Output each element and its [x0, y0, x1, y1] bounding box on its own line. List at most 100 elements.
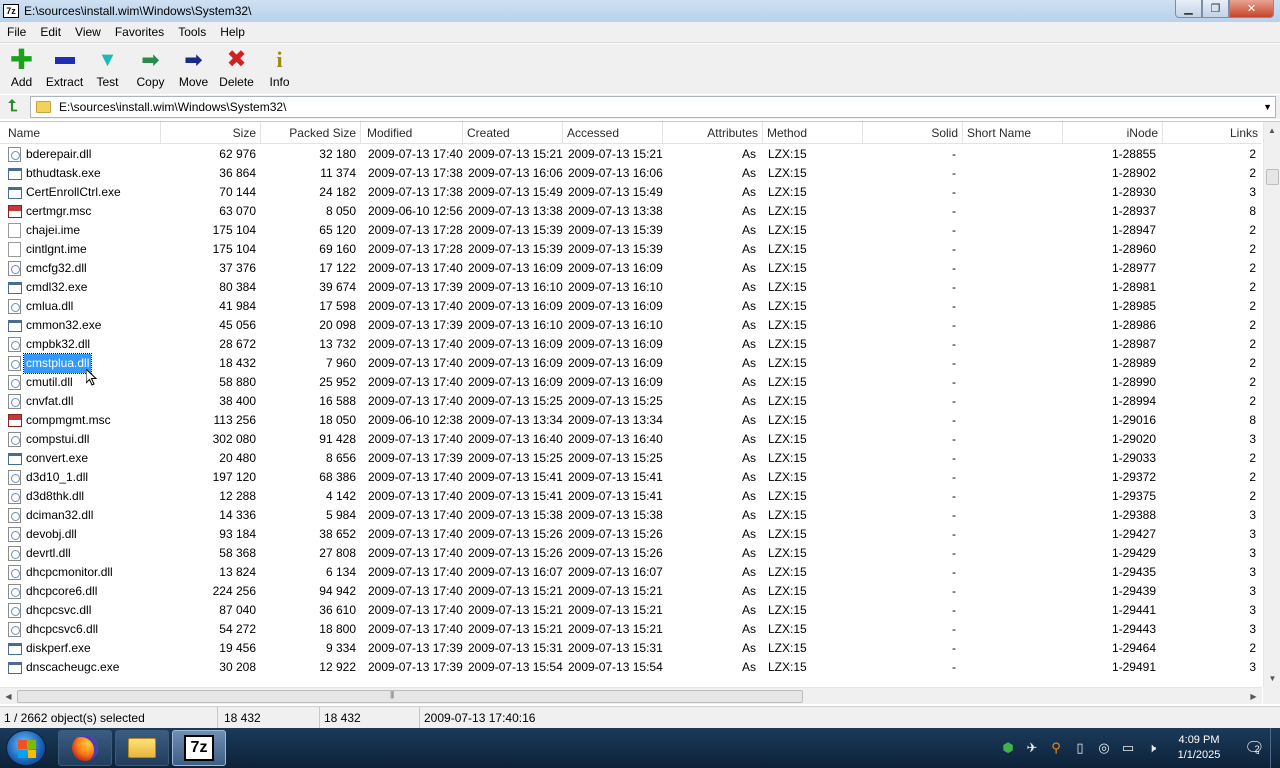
table-row[interactable]: dhcpcmonitor.dll 13 824 6 134 2009-07-13 17…: [0, 563, 1262, 582]
cell-solid: -: [952, 489, 956, 503]
table-row[interactable]: cmpbk32.dll 28 672 13 732 2009-07-13 17:40 2…: [0, 335, 1262, 354]
cell-packed-size: 65 120: [319, 223, 356, 237]
system-clock[interactable]: 4:09 PM 1/1/2025: [1164, 733, 1234, 763]
dll-file-icon: [8, 147, 21, 162]
extract-button[interactable]: Extract: [43, 44, 86, 94]
taskbar-file-explorer[interactable]: [115, 730, 169, 766]
table-row[interactable]: cmcfg32.dll 37 376 17 122 2009-07-13 17:40 2…: [0, 259, 1262, 278]
table-row[interactable]: dhcpcore6.dll 224 256 94 942 2009-07-13 17:…: [0, 582, 1262, 601]
cell-attributes: As: [741, 489, 756, 503]
address-input[interactable]: E:\sources\install.wim\Windows\System32\…: [30, 96, 1276, 118]
address-path: E:\sources\install.wim\Windows\System32\: [59, 100, 287, 114]
table-row[interactable]: dhcpcsvc6.dll 54 272 18 800 2009-07-13 17:4…: [0, 620, 1262, 639]
title-bar[interactable]: 7z E:\sources\install.wim\Windows\System…: [0, 0, 1280, 22]
cell-attributes: As: [741, 584, 756, 598]
column-header-modified[interactable]: Modified: [363, 122, 463, 144]
column-header-method[interactable]: Method: [763, 122, 863, 144]
vertical-scroll-thumb[interactable]: [1266, 169, 1279, 185]
usb-icon[interactable]: ▯: [1068, 728, 1092, 768]
close-button[interactable]: ✕: [1229, 0, 1274, 18]
delete-button[interactable]: ✖ Delete: [215, 44, 258, 94]
horizontal-scroll-thumb[interactable]: [17, 690, 803, 703]
notification-center-icon[interactable]: 🗨 2: [1234, 738, 1270, 758]
column-header-links[interactable]: Links: [1163, 122, 1262, 144]
volume-muted-icon[interactable]: 🕨: [1140, 728, 1164, 768]
table-row[interactable]: d3d8thk.dll 12 288 4 142 2009-07-13 17:40 20…: [0, 487, 1262, 506]
table-row[interactable]: cmlua.dll 41 984 17 598 2009-07-13 17:40 200…: [0, 297, 1262, 316]
column-header-name[interactable]: Name: [4, 122, 161, 144]
table-row[interactable]: dciman32.dll 14 336 5 984 2009-07-13 17:40 2…: [0, 506, 1262, 525]
table-row[interactable]: devrtl.dll 58 368 27 808 2009-07-13 17:40 20…: [0, 544, 1262, 563]
cell-created: 2009-07-13 15:38: [468, 508, 563, 522]
move-button[interactable]: ➡ Move: [172, 44, 215, 94]
column-header-size[interactable]: Size: [161, 122, 261, 144]
cell-packed-size: 91 428: [319, 432, 356, 446]
test-button[interactable]: ▼ Test: [86, 44, 129, 94]
network-bird-icon[interactable]: ✈: [1020, 728, 1044, 768]
column-header-inode[interactable]: iNode: [1063, 122, 1163, 144]
table-row[interactable]: CertEnrollCtrl.exe 70 144 24 182 2009-07-13…: [0, 183, 1262, 202]
add-button[interactable]: ✚ Add: [0, 44, 43, 94]
msc-file-icon: [8, 414, 22, 427]
table-row[interactable]: d3d10_1.dll 197 120 68 386 2009-07-13 17:40…: [0, 468, 1262, 487]
table-row[interactable]: diskperf.exe 19 456 9 334 2009-07-13 17:39 2…: [0, 639, 1262, 658]
column-header-created[interactable]: Created: [463, 122, 563, 144]
column-header-packed-size[interactable]: Packed Size: [261, 122, 361, 144]
table-row[interactable]: compmgmt.msc 113 256 18 050 2009-06-10 12:3…: [0, 411, 1262, 430]
cell-modified: 2009-06-10 12:38: [368, 413, 463, 427]
column-header-attributes[interactable]: Attributes: [663, 122, 763, 144]
menu-help[interactable]: Help: [213, 25, 252, 39]
table-row[interactable]: chajei.ime 175 104 65 120 2009-07-13 17:28 2…: [0, 221, 1262, 240]
menu-favorites[interactable]: Favorites: [108, 25, 171, 39]
minimize-button[interactable]: ▁: [1175, 0, 1202, 18]
security-shield-icon[interactable]: ⬢: [996, 728, 1020, 768]
menu-edit[interactable]: Edit: [33, 25, 68, 39]
chevron-down-icon[interactable]: ▼: [1263, 102, 1272, 112]
column-header-accessed[interactable]: Accessed: [563, 122, 663, 144]
cell-inode: 1-29429: [1111, 546, 1156, 560]
info-button[interactable]: i Info: [258, 44, 301, 94]
table-row[interactable]: dnscacheugc.exe 30 208 12 922 2009-07-13 17…: [0, 658, 1262, 677]
column-header-short-name[interactable]: Short Name: [963, 122, 1063, 144]
search-icon[interactable]: ⚲: [1044, 728, 1068, 768]
network-icon[interactable]: ▭: [1116, 728, 1140, 768]
table-row[interactable]: dhcpcsvc.dll 87 040 36 610 2009-07-13 17:40…: [0, 601, 1262, 620]
table-row[interactable]: convert.exe 20 480 8 656 2009-07-13 17:39 20…: [0, 449, 1262, 468]
taskbar-firefox[interactable]: [58, 730, 112, 766]
copy-button[interactable]: ➡ Copy: [129, 44, 172, 94]
vertical-scrollbar[interactable]: ▲ ▼: [1263, 122, 1280, 687]
scroll-up-arrow-icon[interactable]: ▲: [1264, 122, 1280, 139]
cell-links: 3: [1249, 508, 1256, 522]
table-row[interactable]: cintlgnt.ime 175 104 69 160 2009-07-13 17:2…: [0, 240, 1262, 259]
cell-method: LZX:15: [768, 413, 807, 427]
table-row[interactable]: certmgr.msc 63 070 8 050 2009-06-10 12:56 20…: [0, 202, 1262, 221]
table-row[interactable]: devobj.dll 93 184 38 652 2009-07-13 17:40 20…: [0, 525, 1262, 544]
firefox-icon: [72, 735, 98, 761]
table-row[interactable]: cnvfat.dll 38 400 16 588 2009-07-13 17:40 20…: [0, 392, 1262, 411]
parent-folder-button[interactable]: ⮤: [3, 97, 23, 117]
taskbar-7zip[interactable]: 7z: [172, 730, 226, 766]
webcam-icon[interactable]: ◎: [1092, 728, 1116, 768]
cell-created: 2009-07-13 15:25: [468, 451, 563, 465]
table-row[interactable]: cmmon32.exe 45 056 20 098 2009-07-13 17:39 2…: [0, 316, 1262, 335]
column-header-solid[interactable]: Solid: [863, 122, 963, 144]
table-row[interactable]: cmdl32.exe 80 384 39 674 2009-07-13 17:39 20…: [0, 278, 1262, 297]
scroll-right-arrow-icon[interactable]: ▶: [1245, 688, 1262, 705]
start-button[interactable]: [6, 730, 46, 766]
horizontal-scrollbar[interactable]: ◀ ||| ▶: [0, 687, 1262, 704]
cell-solid: -: [952, 565, 956, 579]
table-row[interactable]: bderepair.dll 62 976 32 180 2009-07-13 17:4…: [0, 145, 1262, 164]
cell-accessed: 2009-07-13 15:26: [568, 527, 663, 541]
show-desktop-button[interactable]: [1270, 728, 1280, 768]
table-row[interactable]: cmstplua.dll 18 432 7 960 2009-07-13 17:40 2…: [0, 353, 1262, 374]
table-row[interactable]: compstui.dll 302 080 91 428 2009-07-13 17:4…: [0, 430, 1262, 449]
scroll-left-arrow-icon[interactable]: ◀: [0, 688, 17, 705]
table-row[interactable]: cmutil.dll 58 880 25 952 2009-07-13 17:40 20…: [0, 373, 1262, 392]
table-row[interactable]: bthudtask.exe 36 864 11 374 2009-07-13 17:3…: [0, 164, 1262, 183]
menu-file[interactable]: File: [0, 25, 33, 39]
scroll-down-arrow-icon[interactable]: ▼: [1264, 670, 1280, 687]
menu-tools[interactable]: Tools: [171, 25, 213, 39]
dll-file-icon: [8, 299, 21, 314]
menu-view[interactable]: View: [68, 25, 108, 39]
maximize-button[interactable]: ❐: [1202, 0, 1229, 18]
